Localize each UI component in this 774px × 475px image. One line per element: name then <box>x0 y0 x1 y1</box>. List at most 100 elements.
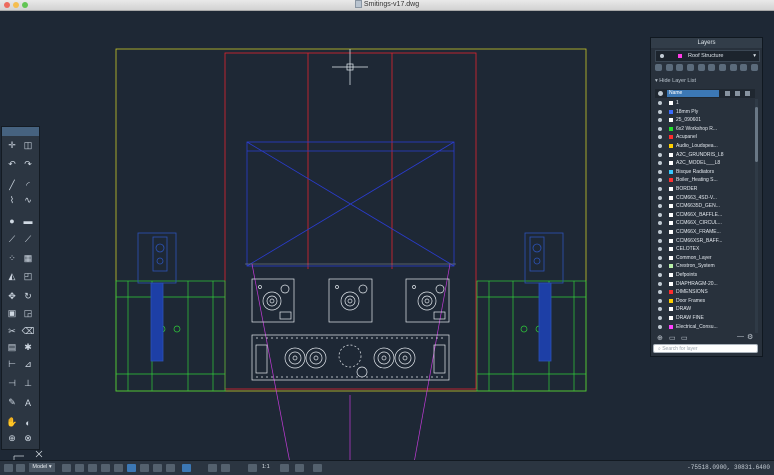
construction-line-icon[interactable]: ⟋ <box>5 233 19 246</box>
ortho-icon[interactable] <box>88 464 97 472</box>
freeze-column-icon[interactable] <box>725 91 730 96</box>
layer-row[interactable]: 6x2 Workshop R... <box>655 125 755 133</box>
layer-row[interactable]: BORDER <box>655 185 755 193</box>
layer-row[interactable]: Crestron_System <box>655 262 755 270</box>
layer-color-swatch[interactable] <box>669 316 673 320</box>
layer-color-swatch[interactable] <box>669 178 673 183</box>
visibility-icon[interactable] <box>658 204 662 209</box>
layer-color-swatch[interactable] <box>669 195 673 200</box>
fullscreen-icon[interactable] <box>313 464 322 472</box>
rotate-tool-icon[interactable]: ↻ <box>21 290 35 303</box>
lineweight-icon[interactable] <box>140 464 149 472</box>
plot-column-icon[interactable] <box>745 91 750 96</box>
layer-row[interactable]: Defpoints <box>655 271 755 279</box>
layer-color-swatch[interactable] <box>669 298 673 303</box>
select-tool-icon[interactable]: ✛ <box>5 139 19 152</box>
layer-row[interactable]: DIAPHRAGM-20... <box>655 280 755 288</box>
layer-match-icon[interactable] <box>708 64 716 71</box>
layout-list-icon[interactable] <box>16 464 25 472</box>
visibility-icon[interactable] <box>658 281 662 286</box>
otrack-icon[interactable] <box>127 464 136 472</box>
mirror-tool-icon[interactable]: ◭ <box>5 270 19 283</box>
layer-delete-icon[interactable] <box>750 64 758 71</box>
visibility-icon[interactable] <box>658 307 662 312</box>
visibility-icon[interactable] <box>658 109 662 114</box>
layer-row[interactable]: DIMENSIONS <box>655 288 755 296</box>
transparency-icon[interactable] <box>153 464 162 472</box>
zoom-tool-icon[interactable]: ⊕ <box>5 432 19 445</box>
layer-row[interactable]: CCM663_4SD-V... <box>655 194 755 202</box>
layer-freeze-icon[interactable] <box>665 64 673 71</box>
layer-color-swatch[interactable] <box>669 212 673 217</box>
scale-tool-icon[interactable]: ◲ <box>21 307 35 320</box>
zoom-window-icon[interactable]: ⊗ <box>21 432 35 445</box>
selection-cycling-icon[interactable] <box>166 464 175 472</box>
layer-row[interactable]: Bisque Radiators <box>655 168 755 176</box>
isolate-objects-icon[interactable] <box>295 464 304 472</box>
annotation-visibility-icon[interactable] <box>208 464 217 472</box>
visibility-icon[interactable] <box>658 195 662 200</box>
visibility-icon[interactable] <box>658 247 662 252</box>
layer-row[interactable]: Audio_Loudspea... <box>655 142 755 150</box>
layer-walk-icon[interactable] <box>729 64 737 71</box>
layer-color-swatch[interactable] <box>669 101 673 105</box>
layer-row[interactable]: Common_Layer <box>655 254 755 262</box>
polyline-tool-icon[interactable]: ⌇ <box>5 194 19 207</box>
layer-color-swatch[interactable] <box>669 144 673 148</box>
visibility-icon[interactable] <box>658 255 662 260</box>
polar-icon[interactable] <box>101 464 110 472</box>
layer-color-swatch[interactable] <box>669 152 673 157</box>
layer-color-swatch[interactable] <box>669 118 673 123</box>
name-column-header[interactable]: Name <box>667 90 719 97</box>
pen-tool-icon[interactable]: ✎ <box>5 396 19 409</box>
tool-palette-header[interactable] <box>2 127 39 136</box>
aligned-dimension-icon[interactable]: ⊥ <box>21 377 35 390</box>
model-tab[interactable]: Model ▾ <box>29 463 55 472</box>
visibility-icon[interactable] <box>658 169 662 174</box>
visibility-icon[interactable] <box>658 161 662 166</box>
layer-previous-icon[interactable] <box>718 64 726 71</box>
layout-icon[interactable] <box>4 464 13 472</box>
layer-row[interactable]: CCM6635D_GEN... <box>655 202 755 210</box>
dimension-tool-icon[interactable]: ⊢ <box>5 358 19 371</box>
layer-row[interactable]: Boiler_Heating S... <box>655 176 755 184</box>
leader-tool-icon[interactable]: ⊣ <box>5 377 19 390</box>
visibility-icon[interactable] <box>658 298 662 303</box>
layer-row[interactable]: CELOTEX <box>655 245 755 253</box>
layer-color-swatch[interactable] <box>669 187 673 191</box>
snap-icon[interactable] <box>75 464 84 472</box>
hide-layer-list-toggle[interactable]: ▾ Hide Layer List <box>655 78 696 84</box>
layer-row[interactable]: DRAW FINE <box>655 314 755 322</box>
layer-row[interactable]: Electrical_Consu... <box>655 323 755 331</box>
annotation-icon[interactable] <box>182 464 191 472</box>
layer-row[interactable]: CCM66X_CIRCUL... <box>655 219 755 227</box>
layer-color-swatch[interactable] <box>669 161 673 166</box>
layer-color-swatch[interactable] <box>669 109 673 114</box>
hatch-tool-icon[interactable]: ▦ <box>21 252 35 265</box>
visibility-icon[interactable] <box>658 290 662 295</box>
layer-row[interactable]: 25_090601 <box>655 116 755 124</box>
layer-search-input[interactable]: ⌕ Search for layer <box>653 344 758 353</box>
pan-tool-icon[interactable]: ✋ <box>5 416 19 429</box>
lock-column-icon[interactable] <box>735 91 740 96</box>
layer-row[interactable]: CCM66X_BAFFLE... <box>655 211 755 219</box>
gear-icon[interactable]: ⚙ <box>747 333 753 341</box>
layer-color-swatch[interactable] <box>669 238 673 243</box>
trim-tool-icon[interactable]: ✂ <box>5 325 19 338</box>
layer-color-swatch[interactable] <box>669 281 673 286</box>
layer-color-swatch[interactable] <box>669 264 673 269</box>
filter-icon[interactable]: ▭ <box>681 334 688 342</box>
osnap-icon[interactable] <box>114 464 123 472</box>
ray-tool-icon[interactable]: ⟋ <box>21 233 35 246</box>
circle-tool-icon[interactable]: ● <box>5 214 19 227</box>
arc-tool-icon[interactable]: ◜ <box>21 179 35 192</box>
layer-row[interactable]: CCM66XSR_BAFF... <box>655 237 755 245</box>
layer-row[interactable]: A2C_MODEL___L8 <box>655 159 755 167</box>
layer-row[interactable]: A2C_GRUNDRIS_L8 <box>655 151 755 159</box>
layer-plot-icon[interactable] <box>686 64 694 71</box>
visibility-icon[interactable] <box>658 238 662 243</box>
new-layer-icon[interactable]: ⊕ <box>657 334 663 342</box>
layer-color-swatch[interactable] <box>669 324 673 329</box>
angular-dimension-icon[interactable]: ⊿ <box>21 358 35 371</box>
annotation-scale-icon[interactable] <box>248 464 257 472</box>
